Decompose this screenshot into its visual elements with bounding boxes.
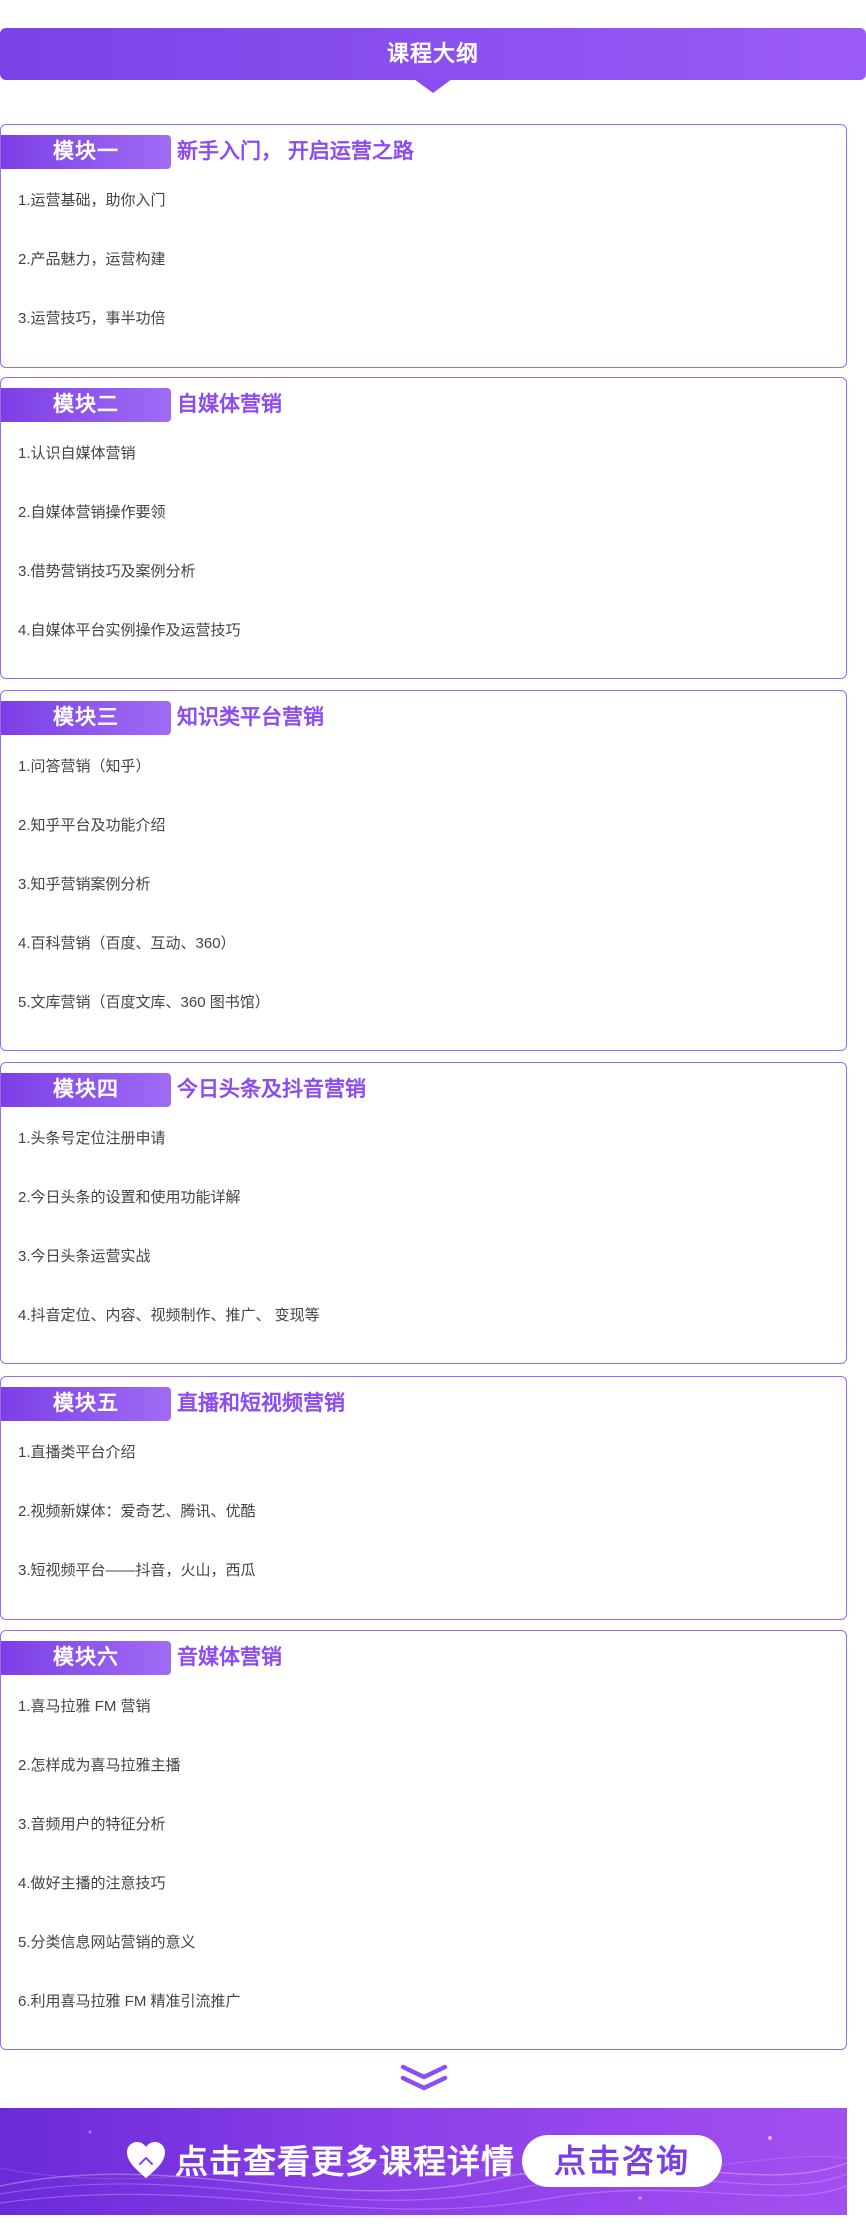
module-item: 2.自媒体营销操作要领 — [18, 504, 166, 521]
module-item-list: 1.直播类平台介绍 2.视频新媒体：爱奇艺、腾讯、优酷 3.短视频平台——抖音，… — [18, 1443, 256, 1620]
module-tag: 模块二 — [1, 388, 171, 422]
module-item: 4.百科营销（百度、互动、360） — [18, 935, 236, 952]
header-pointer — [414, 79, 452, 93]
module-item: 1.喜马拉雅 FM 营销 — [18, 1698, 151, 1715]
module-item: 1.运营基础，助你入门 — [18, 192, 166, 209]
module-card-4: 模块四 今日头条及抖音营销 1.头条号定位注册申请 2.今日头条的设置和使用功能… — [0, 1062, 847, 1364]
module-item: 3.音频用户的特征分析 — [18, 1816, 166, 1833]
module-item: 3.借势营销技巧及案例分析 — [18, 563, 196, 580]
module-item: 1.认识自媒体营销 — [18, 445, 136, 462]
module-item: 1.头条号定位注册申请 — [18, 1130, 166, 1147]
module-tag: 模块六 — [1, 1641, 171, 1675]
module-item: 3.短视频平台——抖音，火山，西瓜 — [18, 1562, 256, 1579]
heart-icon — [127, 2142, 165, 2178]
module-card-2: 模块二 自媒体营销 1.认识自媒体营销 2.自媒体营销操作要领 3.借势营销技巧… — [0, 377, 847, 679]
module-card-1: 模块一 新手入门， 开启运营之路 1.运营基础，助你入门 2.产品魅力，运营构建… — [0, 124, 847, 368]
double-chevron-down-icon[interactable] — [399, 2063, 449, 2093]
outline-header-banner: 课程大纲 — [0, 28, 866, 80]
module-item: 1.问答营销（知乎） — [18, 758, 151, 775]
module-item: 2.今日头条的设置和使用功能详解 — [18, 1189, 241, 1206]
module-item: 5.分类信息网站营销的意义 — [18, 1934, 196, 1951]
module-card-5: 模块五 直播和短视频营销 1.直播类平台介绍 2.视频新媒体：爱奇艺、腾讯、优酷… — [0, 1376, 847, 1620]
cta-headline: 点击查看更多课程详情 — [175, 2143, 515, 2180]
module-item: 4.自媒体平台实例操作及运营技巧 — [18, 622, 241, 639]
module-item: 2.知乎平台及功能介绍 — [18, 817, 166, 834]
module-tag: 模块五 — [1, 1387, 171, 1421]
module-heading: 自媒体营销 — [177, 393, 282, 416]
module-item: 6.利用喜马拉雅 FM 精准引流推广 — [18, 1993, 241, 2010]
module-item-list: 1.喜马拉雅 FM 营销 2.怎样成为喜马拉雅主播 3.音频用户的特征分析 4.… — [18, 1697, 241, 2051]
module-heading: 今日头条及抖音营销 — [177, 1078, 366, 1101]
module-heading: 音媒体营销 — [177, 1646, 282, 1669]
module-heading: 直播和短视频营销 — [177, 1392, 345, 1415]
course-outline-page: 课程大纲 模块一 新手入门， 开启运营之路 1.运营基础，助你入门 2.产品魅力… — [0, 0, 866, 2240]
module-item: 5.文库营销（百度文库、360 图书馆） — [18, 994, 270, 1011]
module-item: 4.做好主播的注意技巧 — [18, 1875, 166, 1892]
module-item-list: 1.运营基础，助你入门 2.产品魅力，运营构建 3.运营技巧，事半功倍 — [18, 191, 166, 368]
module-item-list: 1.问答营销（知乎） 2.知乎平台及功能介绍 3.知乎营销案例分析 4.百科营销… — [18, 757, 270, 1052]
module-card-6: 模块六 音媒体营销 1.喜马拉雅 FM 营销 2.怎样成为喜马拉雅主播 3.音频… — [0, 1630, 847, 2050]
module-item-list: 1.头条号定位注册申请 2.今日头条的设置和使用功能详解 3.今日头条运营实战 … — [18, 1129, 320, 1365]
module-item: 3.知乎营销案例分析 — [18, 876, 151, 893]
module-heading: 新手入门， 开启运营之路 — [177, 140, 414, 163]
module-item: 1.直播类平台介绍 — [18, 1444, 136, 1461]
module-item: 3.运营技巧，事半功倍 — [18, 310, 166, 327]
module-card-3: 模块三 知识类平台营销 1.问答营销（知乎） 2.知乎平台及功能介绍 3.知乎营… — [0, 690, 847, 1051]
module-heading: 知识类平台营销 — [177, 706, 324, 729]
module-item: 3.今日头条运营实战 — [18, 1248, 151, 1265]
module-item-list: 1.认识自媒体营销 2.自媒体营销操作要领 3.借势营销技巧及案例分析 4.自媒… — [18, 444, 241, 680]
module-tag: 模块一 — [1, 135, 171, 169]
module-item: 2.怎样成为喜马拉雅主播 — [18, 1757, 181, 1774]
module-item: 2.产品魅力，运营构建 — [18, 251, 166, 268]
module-item: 2.视频新媒体：爱奇艺、腾讯、优酷 — [18, 1503, 256, 1520]
consult-button[interactable]: 点击咨询 — [522, 2135, 722, 2187]
page-title: 课程大纲 — [386, 41, 479, 66]
more-details-cta-banner[interactable]: 点击查看更多课程详情 点击咨询 — [0, 2108, 847, 2215]
module-tag: 模块四 — [1, 1073, 171, 1107]
module-tag: 模块三 — [1, 701, 171, 735]
module-item: 4.抖音定位、内容、视频制作、推广、 变现等 — [18, 1307, 320, 1324]
